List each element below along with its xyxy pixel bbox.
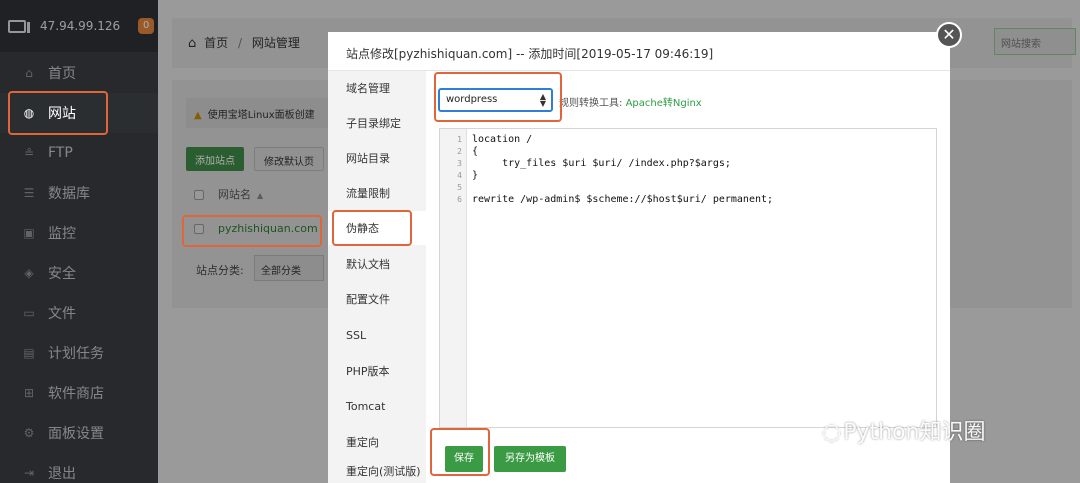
tab-default-doc[interactable]: 默认文档 [328,247,426,281]
line-number: 5 [457,183,462,192]
watermark: ◌Python知识圈 [822,420,986,445]
close-icon[interactable]: ✕ [936,22,962,48]
highlight-template-select [434,72,562,122]
line-number: 2 [457,147,462,156]
wechat-icon: ◌ [822,420,842,445]
rule-convert-tip: 规则转换工具: Apache转Nginx [559,98,702,109]
rewrite-code-editor[interactable]: 1 2 3 4 5 6 location / { try_files $uri … [439,128,937,428]
tab-subdir[interactable]: 子目录绑定 [328,106,426,140]
highlight-website [8,91,108,135]
tab-ssl[interactable]: SSL [328,318,426,352]
line-number: 3 [457,159,462,168]
tab-domain[interactable]: 域名管理 [328,71,426,105]
code-line: } [472,170,479,181]
tab-php-version[interactable]: PHP版本 [328,354,426,388]
tab-site-dir[interactable]: 网站目录 [328,141,426,175]
tab-redirect-beta[interactable]: 重定向(测试版) [328,460,426,482]
highlight-site-row [182,215,322,247]
highlight-save-button [430,428,490,476]
highlight-rewrite-tab [332,210,412,246]
tab-traffic-limit[interactable]: 流量限制 [328,176,426,210]
code-line: location / [472,134,533,145]
code-line: try_files $uri $uri/ /index.php?$args; [472,158,731,169]
line-number: 1 [457,135,462,144]
save-as-template-button[interactable]: 另存为模板 [494,446,566,472]
apache-to-nginx-link[interactable]: Apache转Nginx [626,98,702,109]
code-line: rewrite /wp-admin$ $scheme://$host$uri/ … [472,194,774,205]
modal-title: 站点修改[pyzhishiquan.com] -- 添加时间[2019-05-1… [346,47,714,61]
line-number: 6 [457,195,462,204]
line-number: 4 [457,171,462,180]
tab-tomcat[interactable]: Tomcat [328,389,426,423]
tab-config-file[interactable]: 配置文件 [328,282,426,316]
code-line: { [472,146,479,157]
tab-redirect[interactable]: 重定向 [328,425,426,459]
modal-nav: 域名管理 子目录绑定 网站目录 流量限制 伪静态 默认文档 配置文件 SSL P… [328,71,426,483]
